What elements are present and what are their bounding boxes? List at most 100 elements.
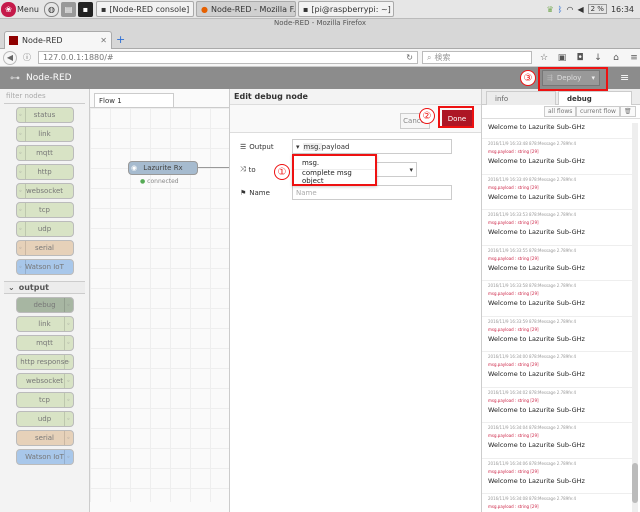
clipboard-icon[interactable]: ▣ xyxy=(556,53,568,63)
clock: 16:34 xyxy=(610,4,634,14)
reload-icon[interactable]: ↻ xyxy=(406,53,413,62)
bookmark-star-icon[interactable]: ☆ xyxy=(538,53,550,63)
palette-node-mqtt[interactable]: ◦ mqtt xyxy=(15,145,74,161)
dropdown-option-msg[interactable]: msg. xyxy=(294,156,375,170)
menu-label[interactable]: Menu xyxy=(17,5,39,14)
debug-message-payload: Welcome to Lazurite Sub-GHz xyxy=(488,123,585,131)
flow-node-lazurite-rx[interactable]: ◉ Lazurite Rx xyxy=(128,161,198,175)
name-input[interactable]: Name xyxy=(292,185,452,200)
debug-message[interactable]: 2016/11/9 16:33:48 878:Message 2.789fe:4… xyxy=(482,139,634,175)
tab-debug[interactable]: debug xyxy=(558,91,632,105)
palette-node-out-link[interactable]: ◦ link xyxy=(15,316,74,332)
palette-category-output[interactable]: ⌄ output xyxy=(4,281,85,294)
annotation-marker-2: ② xyxy=(419,108,435,124)
debug-message-list[interactable]: Welcome to Lazurite Sub-GHz 2016/11/9 16:… xyxy=(482,121,634,512)
debug-message[interactable]: 2016/11/9 16:34:06 878:Message 2.789fe:4… xyxy=(482,459,634,494)
palette-node-out-websocket[interactable]: ◦ websocket xyxy=(15,373,74,389)
debug-message-payload: Welcome to Lazurite Sub-GHz xyxy=(488,370,585,378)
palette-node-websocket[interactable]: ◦ websocket xyxy=(15,183,74,199)
nodered-menu-icon[interactable]: ≡ xyxy=(620,71,629,84)
debug-message-payload: Welcome to Lazurite Sub-GHz xyxy=(488,299,585,307)
debug-message-meta: 2016/11/9 16:34:08 878:Message 2.789fe:4 xyxy=(488,496,577,501)
palette-node-label: udp xyxy=(37,415,52,423)
volume-icon[interactable]: ◀ xyxy=(577,5,583,14)
back-icon[interactable]: ◀ xyxy=(3,50,17,65)
tab-info[interactable]: info xyxy=(486,91,556,105)
tab-flow-1[interactable]: Flow 1 xyxy=(94,93,174,107)
url-input[interactable]: 127.0.0.1:1880/# ↻ xyxy=(38,51,418,64)
debug-message[interactable]: Welcome to Lazurite Sub-GHz xyxy=(482,123,634,139)
new-tab-icon[interactable]: + xyxy=(116,33,125,46)
name-placeholder: Name xyxy=(296,188,317,197)
node-icon: ◦ xyxy=(17,203,26,217)
debug-message[interactable]: 2016/11/9 16:33:59 878:Message 2.789fe:4… xyxy=(482,317,634,352)
bluetooth-icon[interactable]: ᛒ xyxy=(558,5,563,14)
caret-down-icon[interactable]: ▾ xyxy=(296,143,300,151)
trash-icon[interactable]: 🗑 xyxy=(620,106,636,117)
window-terminal[interactable]: ▪ [pi@raspberrypi: ~] xyxy=(297,1,394,17)
palette-node-out-mqtt[interactable]: ◦ mqtt xyxy=(15,335,74,351)
home-icon[interactable]: ⌂ xyxy=(610,53,622,63)
debug-message[interactable]: 2016/11/9 16:33:53 878:Message 2.789fe:4… xyxy=(482,210,634,246)
download-icon[interactable]: ↓ xyxy=(592,53,604,63)
palette-node-label: http xyxy=(37,168,52,176)
search-input[interactable]: ⌕ 検索 xyxy=(422,51,532,64)
debug-message[interactable]: 2016/11/9 16:33:58 878:Message 2.789fe:4… xyxy=(482,281,634,317)
dropdown-option-complete-msg[interactable]: complete msg object xyxy=(294,169,375,185)
debug-message[interactable]: 2016/11/9 16:34:04 878:Message 2.789fe:4… xyxy=(482,423,634,459)
debug-message-payload: Welcome to Lazurite Sub-GHz xyxy=(488,476,585,485)
debug-message[interactable]: 2016/11/9 16:34:08 878:Message 2.789fe:4… xyxy=(482,494,634,512)
palette-node-out-watson-iot[interactable]: ◦ Watson IoT xyxy=(15,449,74,465)
info-icon[interactable]: ⓘ xyxy=(20,51,34,65)
palette-node-out-udp[interactable]: ◦ udp xyxy=(15,411,74,427)
filter-nodes-input[interactable]: filter nodes xyxy=(4,92,85,104)
window-firefox[interactable]: ● Node-RED - Mozilla F... xyxy=(195,1,296,17)
wifi-icon[interactable]: ◠ xyxy=(566,5,573,14)
debug-message[interactable]: 2016/11/9 16:33:49 878:Message 2.789fe:4… xyxy=(482,175,634,210)
node-icon: ◦ xyxy=(63,393,73,407)
palette-node-out-tcp[interactable]: ◦ tcp xyxy=(15,392,74,408)
palette-node-serial[interactable]: ◦ serial xyxy=(15,240,74,256)
globe-icon[interactable]: ◍ xyxy=(43,1,59,17)
palette-node-out-debug[interactable]: ◦ debug xyxy=(15,297,74,313)
folder-icon[interactable]: ▤ xyxy=(60,1,76,17)
node-icon: ◦ xyxy=(17,146,26,160)
close-tab-icon[interactable]: ✕ xyxy=(100,36,107,45)
browser-tab[interactable]: Node-RED ✕ xyxy=(4,31,112,49)
debug-message-meta: 2016/11/9 16:33:55 878:Message 2.789fe:4 xyxy=(488,247,577,253)
workspace-canvas[interactable]: ◉ Lazurite Rx ● connected xyxy=(90,107,229,502)
current-flow-button[interactable]: current flow xyxy=(576,106,620,117)
node-icon: ◦ xyxy=(63,412,73,426)
flow-wire[interactable] xyxy=(198,167,229,168)
node-palette: filter nodes ◦ status ◦ link ◦ mqtt ◦ http ◦ webs… xyxy=(0,89,90,512)
palette-node-http[interactable]: ◦ http xyxy=(15,164,74,180)
palette-node-link[interactable]: ◦ link xyxy=(15,126,74,142)
hamburger-menu-icon[interactable]: ≡ xyxy=(628,53,640,63)
palette-node-out-serial[interactable]: ◦ serial xyxy=(15,430,74,446)
debug-message-meta: 2016/11/9 16:33:58 878:Message 2.789fe:4 xyxy=(488,283,577,288)
pocket-icon[interactable]: ◘ xyxy=(574,53,586,63)
cpu-monitor: 2 % xyxy=(587,4,607,14)
debug-sidebar: info debug all flows current flow 🗑 Welc… xyxy=(482,89,640,512)
node-icon: ◦ xyxy=(63,355,73,369)
window-console[interactable]: ▪ [Node-RED console] xyxy=(95,1,194,17)
palette-node-udp[interactable]: ◦ udp xyxy=(15,221,74,237)
palette-node-watson-iot[interactable]: ◦ Watson IoT xyxy=(15,259,74,275)
terminal-icon[interactable]: ▪ xyxy=(77,1,93,17)
raspberry-icon[interactable]: ❀ xyxy=(1,1,16,17)
debug-scrollbar[interactable] xyxy=(632,123,638,512)
debug-message[interactable]: 2016/11/9 16:33:55 878:Message 2.789fe:4… xyxy=(482,246,634,281)
output-typed-input[interactable]: ▾ msg. payload xyxy=(292,139,452,154)
all-flows-button[interactable]: all flows xyxy=(544,106,577,117)
window-firefox-label: Node-RED - Mozilla F... xyxy=(210,4,296,14)
palette-node-out-http-response[interactable]: ◦ http response xyxy=(15,354,74,370)
palette-node-label: serial xyxy=(34,434,54,442)
debug-message[interactable]: 2016/11/9 16:34:00 878:Message 2.789fe:4… xyxy=(482,352,634,388)
debug-message[interactable]: 2016/11/9 16:34:02 878:Message 2.789fe:4… xyxy=(482,388,634,423)
debug-message-payload: Welcome to Lazurite Sub-GHz xyxy=(488,263,585,272)
debug-message-payload: Welcome to Lazurite Sub-GHz xyxy=(488,192,585,201)
palette-node-status[interactable]: ◦ status xyxy=(15,107,74,123)
scrollbar-thumb[interactable] xyxy=(632,463,638,503)
vnc-icon[interactable]: ♛ xyxy=(546,5,553,14)
palette-node-tcp[interactable]: ◦ tcp xyxy=(15,202,74,218)
